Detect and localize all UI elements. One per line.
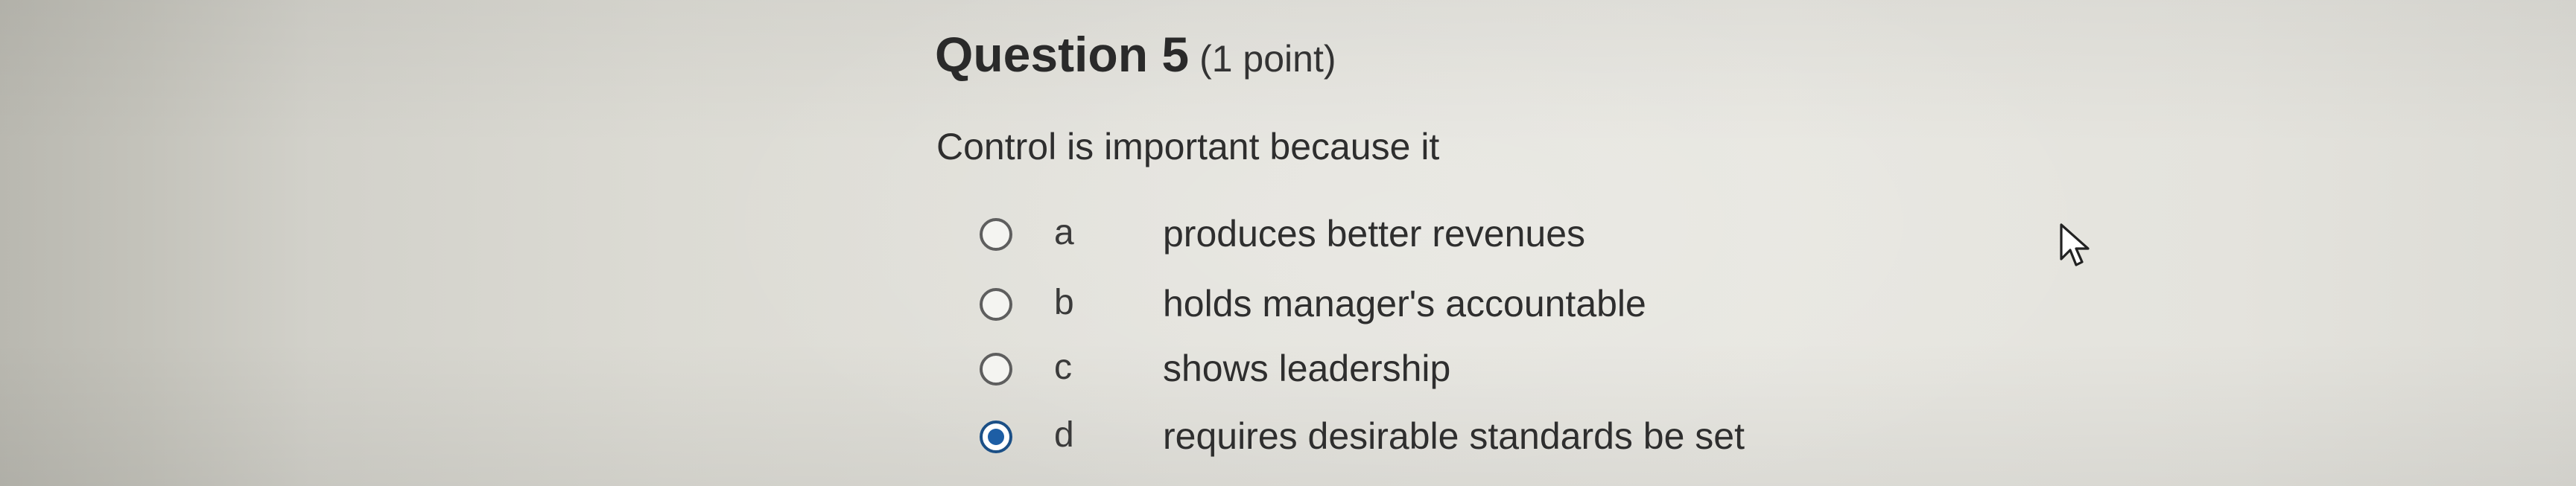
option-d[interactable]: d requires desirable standards be set	[980, 413, 1799, 465]
question-prompt: Control is important because it	[936, 126, 1440, 167]
option-label: holds manager's accountable	[1163, 283, 1646, 324]
question-points: (1 point)	[1199, 38, 1336, 80]
question-number: Question 5	[935, 27, 1190, 82]
mouse-pointer-icon	[2060, 223, 2090, 266]
option-letter: a	[1054, 213, 1074, 252]
option-letter: d	[1054, 415, 1074, 455]
radio-c[interactable]	[980, 353, 1012, 386]
option-letter: b	[1054, 283, 1074, 322]
option-label: requires desirable standards be set	[1163, 415, 1745, 457]
option-letter: c	[1054, 348, 1072, 387]
radio-d-selected[interactable]	[980, 421, 1012, 453]
option-c[interactable]: c shows leadership	[980, 345, 1799, 397]
option-label: shows leadership	[1163, 348, 1451, 389]
option-b[interactable]: b holds manager's accountable	[980, 281, 1799, 333]
question-heading: Question 5 (1 point)	[935, 30, 1336, 79]
radio-b[interactable]	[980, 288, 1012, 321]
option-a[interactable]: a produces better revenues	[980, 211, 1799, 263]
option-label: produces better revenues	[1163, 213, 1586, 255]
radio-a[interactable]	[980, 218, 1012, 251]
